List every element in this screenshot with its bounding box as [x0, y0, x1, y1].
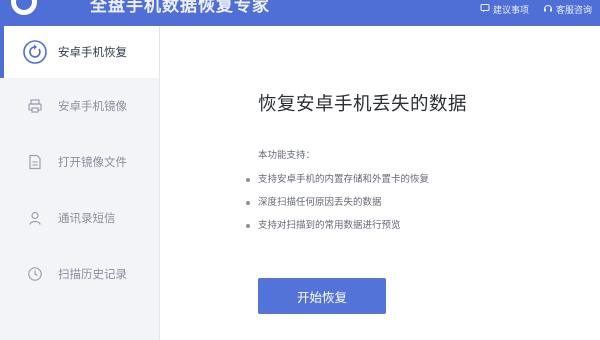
feedback-icon: [480, 3, 490, 16]
sidebar-item-label: 安卓手机镜像: [58, 99, 127, 113]
feedback-button[interactable]: 建议事项: [480, 3, 529, 16]
headset-icon: [543, 3, 553, 16]
bullet-icon: [246, 178, 250, 182]
feature-text: 深度扫描任何原因丢失的数据: [258, 197, 382, 208]
feature-item: 支持安卓手机的内置存储和外置卡的恢复: [246, 173, 429, 196]
title-bar: 全盘手机数据恢复专家 建议事项 客服咨询: [0, 0, 600, 26]
bullet-icon: [246, 224, 250, 228]
bullet-icon: [246, 201, 250, 205]
header-actions: 建议事项 客服咨询: [480, 0, 592, 18]
feedback-label: 建议事项: [492, 5, 529, 16]
document-icon: [22, 149, 48, 175]
feature-item: 支持对扫描到的常用数据进行预览: [246, 219, 429, 242]
app-title: 全盘手机数据恢复专家: [90, 0, 270, 16]
support-button[interactable]: 客服咨询: [543, 3, 592, 16]
sidebar-item-open-image[interactable]: 打开镜像文件: [0, 134, 159, 190]
sidebar-item-android-image[interactable]: 安卓手机镜像: [0, 78, 159, 134]
support-label: 客服咨询: [555, 5, 592, 16]
main-content: 恢复安卓手机丢失的数据 本功能支持： 支持安卓手机的内置存储和外置卡的恢复 深度…: [160, 26, 600, 340]
page-heading: 恢复安卓手机丢失的数据: [258, 94, 468, 115]
feature-text: 支持安卓手机的内置存储和外置卡的恢复: [258, 174, 430, 185]
history-icon: [22, 261, 48, 287]
start-recovery-button[interactable]: 开始恢复: [258, 278, 386, 314]
sidebar: 安卓手机恢复 安卓手机镜像 打开镜像文件 通讯录短信 扫描历史记录: [0, 26, 160, 340]
feature-list: 支持安卓手机的内置存储和外置卡的恢复 深度扫描任何原因丢失的数据 支持对扫描到的…: [246, 173, 429, 242]
app-logo-icon: [8, 0, 44, 22]
sidebar-item-label: 打开镜像文件: [58, 155, 127, 169]
sidebar-item-label: 扫描历史记录: [58, 267, 127, 281]
printer-icon: [22, 93, 48, 119]
sidebar-item-label: 安卓手机恢复: [58, 45, 127, 59]
contact-icon: [22, 205, 48, 231]
features-title: 本功能支持：: [258, 150, 316, 161]
sidebar-item-android-recovery[interactable]: 安卓手机恢复: [0, 26, 159, 78]
sidebar-item-scan-history[interactable]: 扫描历史记录: [0, 246, 159, 302]
sidebar-item-contacts-sms[interactable]: 通讯录短信: [0, 190, 159, 246]
feature-text: 支持对扫描到的常用数据进行预览: [258, 220, 401, 231]
sidebar-item-label: 通讯录短信: [58, 211, 116, 225]
recovery-icon: [22, 39, 48, 65]
feature-item: 深度扫描任何原因丢失的数据: [246, 196, 429, 219]
